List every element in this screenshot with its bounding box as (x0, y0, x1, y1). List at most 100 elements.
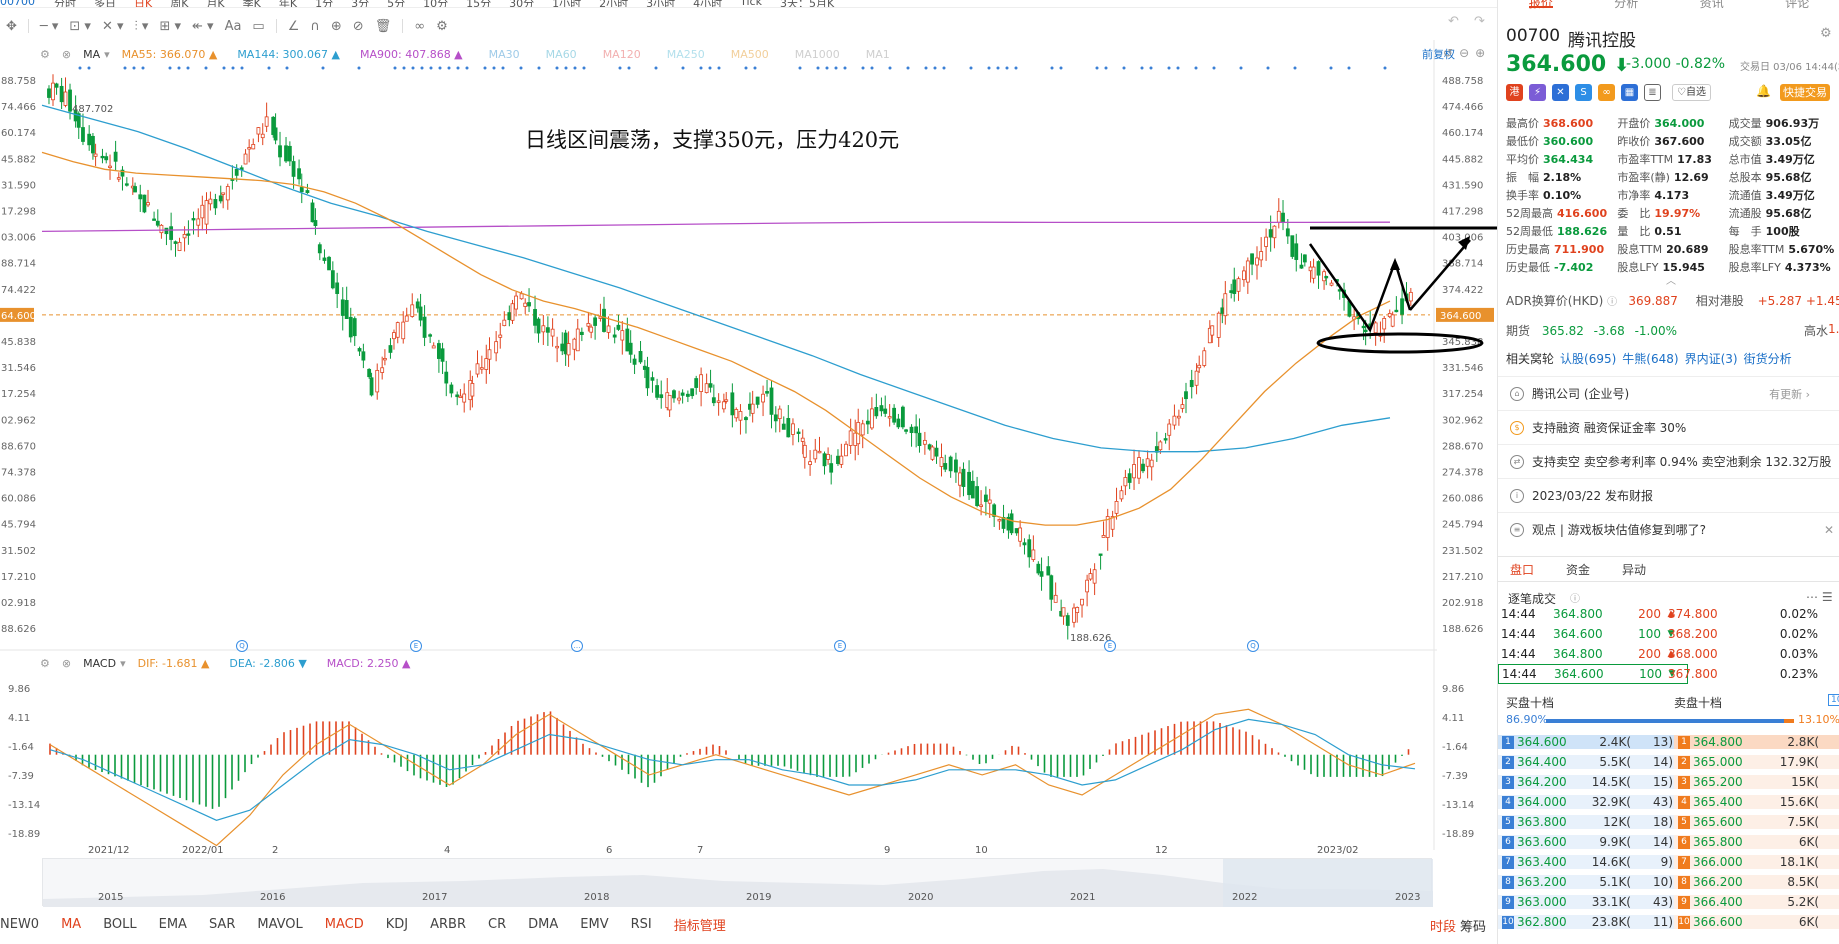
event-marker-icon[interactable]: E (1104, 640, 1116, 652)
short-sell-icon[interactable]: S (1575, 84, 1592, 101)
ask-level[interactable]: 9 366.400 5.2K( (1674, 895, 1839, 909)
depth-tab[interactable]: 资金 (1566, 561, 1590, 578)
lightning-icon[interactable]: ⚡ (1529, 84, 1546, 101)
indicator-tab[interactable]: ARBR (430, 917, 466, 932)
related-link[interactable]: 界内证(3) (1685, 352, 1738, 366)
indicator-tab[interactable]: CR (488, 917, 506, 932)
info-row[interactable]: i 2023/03/22 发布财报 (1498, 478, 1839, 512)
candle-body (1181, 405, 1184, 409)
event-marker-icon[interactable]: … (571, 640, 583, 652)
bid-level[interactable]: 9 363.000 33.1K(43) (1498, 895, 1674, 909)
panel-tab[interactable]: 资讯 (1700, 0, 1724, 8)
orderbook-rows[interactable]: 1 364.600 2.4K(13) 1 364.800 2.8K(2 364.400 5.5… (1498, 732, 1839, 932)
ask-level[interactable]: 1 364.800 2.8K( (1674, 735, 1839, 749)
more-icon[interactable]: ⋯ ☰ (1806, 590, 1833, 604)
close-icon[interactable]: ⊗ (62, 657, 71, 670)
candle-body (603, 309, 606, 331)
ask-level[interactable]: 2 365.000 17.9K( (1674, 755, 1839, 769)
margin-icon[interactable]: ∞ (1598, 84, 1615, 101)
indicator-tab[interactable]: NEW0 (0, 917, 39, 932)
ask-level[interactable]: 8 366.200 8.5K( (1674, 875, 1839, 889)
panel-tab[interactable]: 分析 (1614, 0, 1638, 8)
orderbook-row[interactable]: 4 364.000 32.9K(43) 4 365.400 15.6K( (1498, 792, 1839, 812)
bid-level[interactable]: 10 362.800 23.8K(11) (1498, 915, 1674, 929)
ask-level[interactable]: 6 365.800 6K( (1674, 835, 1839, 849)
quick-trade-button[interactable]: 快捷交易 (1780, 84, 1830, 101)
info-icon[interactable]: ⓘ (1607, 297, 1620, 308)
orderbook-row[interactable]: 9 363.000 33.1K(43) 9 366.400 5.2K( (1498, 892, 1839, 912)
document-icon[interactable]: ≣ (1644, 84, 1661, 101)
close-icon[interactable]: ✕ (1824, 523, 1834, 537)
panel-tab[interactable]: 评论 (1785, 0, 1809, 8)
hk-connect-icon[interactable]: 港 (1506, 84, 1523, 101)
candle-body (1286, 229, 1289, 236)
indicator-tab[interactable]: MAVOL (257, 917, 302, 932)
cross-icon[interactable]: ✕ (1552, 84, 1569, 101)
chips-tab[interactable]: 筹码 (1460, 916, 1486, 935)
depth-tab[interactable]: 异动 (1622, 561, 1646, 578)
candle-body (423, 317, 426, 337)
ask-level[interactable]: 4 365.400 15.6K( (1674, 795, 1839, 809)
orderbook-row[interactable]: 10 362.800 23.8K(11) 10 366.600 6K( (1498, 912, 1839, 932)
candle-body (537, 319, 540, 333)
ask-level[interactable]: 3 365.200 15K( (1674, 775, 1839, 789)
depth-toggle-icon[interactable]: 10 (1828, 694, 1839, 706)
event-marker-icon[interactable]: E (410, 640, 422, 652)
gear-icon[interactable]: ⚙ (1820, 26, 1832, 41)
candle-body (861, 424, 864, 435)
calendar-icon[interactable]: ▦ (1621, 84, 1638, 101)
orderbook-row[interactable]: 6 363.600 9.9K(14) 6 365.800 6K( (1498, 832, 1839, 852)
info-extra[interactable]: 有更新 › (1769, 386, 1810, 402)
candle-body (1364, 330, 1367, 332)
session-tab[interactable]: 时段 (1430, 916, 1456, 935)
indicator-tab[interactable]: MA (61, 917, 81, 932)
timeline-navigator[interactable] (42, 858, 1432, 906)
indicator-tab[interactable]: 指标管理 (674, 915, 726, 934)
ask-level[interactable]: 10 366.600 6K( (1674, 915, 1839, 929)
bid-level[interactable]: 3 364.200 14.5K(15) (1498, 775, 1674, 789)
panel-tab[interactable]: 报价 (1529, 0, 1553, 8)
indicator-tab[interactable]: MACD (325, 917, 364, 932)
event-marker-icon[interactable]: Q (236, 640, 248, 652)
indicator-tab[interactable]: EMA (159, 917, 187, 932)
ask-level-index: 9 (1678, 896, 1690, 909)
related-link[interactable]: 牛熊(648) (1622, 352, 1678, 366)
bid-level[interactable]: 2 364.400 5.5K(14) (1498, 755, 1674, 769)
info-row[interactable]: ≡ 观点 | 游戏板块估值修复到哪了? ✕ (1498, 512, 1839, 546)
bid-level[interactable]: 5 363.800 12K(18) (1498, 815, 1674, 829)
event-marker-icon[interactable]: Q (1247, 640, 1259, 652)
bid-level[interactable]: 4 364.000 32.9K(43) (1498, 795, 1674, 809)
ask-level[interactable]: 7 366.000 18.1K( (1674, 855, 1839, 869)
related-link[interactable]: 认股(695) (1560, 352, 1616, 366)
indicator-tab[interactable]: DMA (528, 917, 558, 932)
chevron-down-icon[interactable]: ▾ (120, 657, 126, 670)
indicator-tab[interactable]: SAR (209, 917, 235, 932)
indicator-tab[interactable]: EMV (580, 917, 608, 932)
info-row[interactable]: ⌂ 腾讯公司 (企业号) 有更新 › (1498, 376, 1839, 410)
collapse-icon[interactable]: ︿ (1666, 272, 1676, 287)
orderbook-row[interactable]: 5 363.800 12K(18) 5 365.600 7.5K( (1498, 812, 1839, 832)
bell-icon[interactable]: 🔔 (1756, 84, 1771, 98)
related-link[interactable]: 街货分析 (1744, 352, 1792, 366)
depth-tab[interactable]: 盘口 (1510, 561, 1534, 578)
orderbook-row[interactable]: 2 364.400 5.5K(14) 2 365.000 17.9K( (1498, 752, 1839, 772)
bid-level[interactable]: 7 363.400 14.6K(9) (1498, 855, 1674, 869)
event-marker-icon[interactable]: E (834, 640, 846, 652)
ask-level[interactable]: 5 365.600 7.5K( (1674, 815, 1839, 829)
orderbook-row[interactable]: 3 364.200 14.5K(15) 3 365.200 15K( (1498, 772, 1839, 792)
indicator-tab[interactable]: KDJ (386, 917, 408, 932)
bid-level[interactable]: 1 364.600 2.4K(13) (1498, 735, 1674, 749)
orderbook-row[interactable]: 7 363.400 14.6K(9) 7 366.000 18.1K( (1498, 852, 1839, 872)
macd-name[interactable]: MACD (83, 657, 116, 670)
gear-icon[interactable]: ⚙ (40, 657, 50, 670)
orderbook-row[interactable]: 8 363.200 5.1K(10) 8 366.200 8.5K( (1498, 872, 1839, 892)
info-icon[interactable]: ⓘ (1570, 590, 1580, 605)
orderbook-row[interactable]: 1 364.600 2.4K(13) 1 364.800 2.8K( (1498, 732, 1839, 752)
indicator-tab[interactable]: RSI (631, 917, 652, 932)
bid-level[interactable]: 8 363.200 5.1K(10) (1498, 875, 1674, 889)
bid-level[interactable]: 6 363.600 9.9K(14) (1498, 835, 1674, 849)
watchlist-button[interactable]: ♡自选 (1672, 84, 1711, 101)
indicator-tab[interactable]: BOLL (103, 917, 136, 932)
info-row[interactable]: $ 支持融资 融资保证金率 30% (1498, 410, 1839, 444)
info-row[interactable]: ⇄ 支持卖空 卖空参考利率 0.94% 卖空池剩余 132.32万股 (1498, 444, 1839, 478)
